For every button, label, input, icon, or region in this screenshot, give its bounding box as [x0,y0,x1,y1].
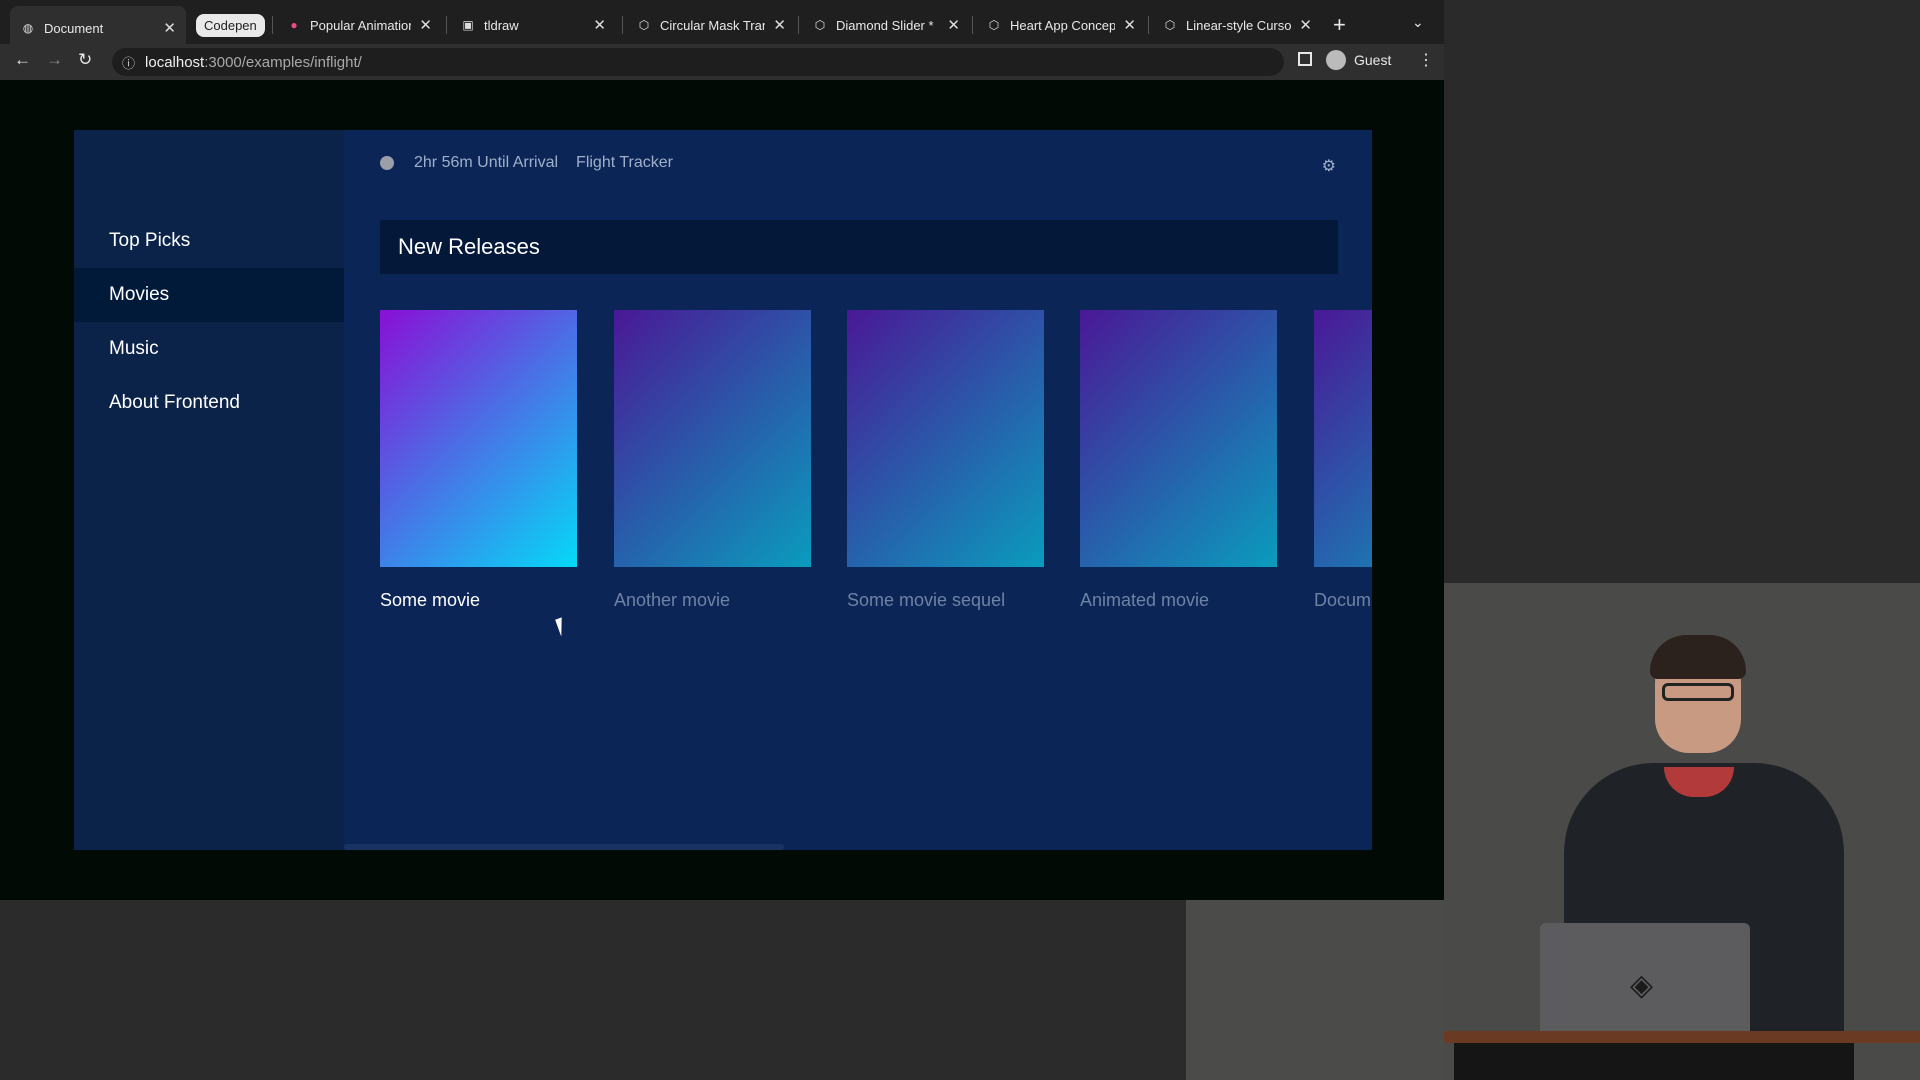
reload-icon[interactable]: ↻ [78,50,92,70]
sidebar-item-top-picks[interactable]: Top Picks [74,214,344,268]
dribbble-icon: ● [290,18,298,32]
tab-tldraw[interactable]: ▣ tldraw ✕ [450,8,616,42]
sidebar-item-about-frontend[interactable]: About Frontend [74,376,344,430]
tab-title: Document [44,20,104,36]
codepen-icon: ⬡ [814,18,826,32]
kebab-menu-icon[interactable]: ⋮ [1418,50,1434,70]
close-icon[interactable]: ✕ [773,16,786,34]
sidebar: Top Picks Movies Music About Frontend [74,130,344,850]
video-backdrop [0,900,1186,1080]
tab-popular-animation[interactable]: ● Popular Animation ... ✕ [276,8,442,42]
presenter-video: ◈ [1444,583,1920,1080]
codepen-icon: ⬡ [638,18,650,32]
inflight-app: Top Picks Movies Music About Frontend 2h… [74,130,1372,850]
podium-base [1454,1043,1854,1080]
arrival-time: 2hr 56m Until Arrival [414,154,559,171]
section-title: New Releases [380,220,1338,274]
tab-diamond-slider[interactable]: ⬡ Diamond Slider * ✕ [802,8,970,42]
back-arrow-icon[interactable]: ← [14,50,31,70]
avatar [1326,50,1346,70]
close-icon[interactable]: ✕ [1123,16,1136,34]
tab-strip: ◍ Document ✕ Codepen ● Popular Animation… [0,0,1444,50]
video-backdrop [1186,900,1444,1080]
movie-title: Animated movie [1080,590,1210,610]
tab-group-codepen[interactable]: Codepen [196,14,265,37]
movie-card[interactable]: Docum [1314,310,1372,611]
movie-title: Another movie [614,590,731,610]
profile-label: Guest [1354,52,1392,68]
side-panel-icon[interactable] [1298,52,1312,66]
page-viewport: Top Picks Movies Music About Frontend 2h… [0,80,1444,900]
status-dot-icon [380,156,394,170]
movie-title: Docum [1314,590,1372,610]
movie-card[interactable]: Animated movie [1080,310,1277,611]
sidebar-item-movies[interactable]: Movies [74,268,344,322]
movie-poster[interactable] [1314,310,1372,567]
browser-window: ◍ Document ✕ Codepen ● Popular Animation… [0,0,1444,900]
tab-linear-cursor[interactable]: ⬡ Linear-style Cursor... ✕ [1152,8,1322,42]
movie-title: Some movie [380,590,481,610]
movie-title: Some movie sequel [847,590,1006,610]
tab-heart-app[interactable]: ⬡ Heart App Concep... ✕ [976,8,1146,42]
url-path: :3000/examples/inflight/ [204,53,362,71]
tab-title: Linear-style Cursor... [1186,17,1292,33]
browser-toolbar: ← → ↻ ⓘ localhost:3000/examples/inflight… [0,44,1444,80]
flight-status-bar: 2hr 56m Until Arrival Flight Tracker [380,154,673,172]
new-tab-icon[interactable]: + [1333,12,1346,38]
flight-tracker-link[interactable]: Flight Tracker [576,154,673,172]
codepen-icon: ⬡ [1164,18,1176,32]
presenter-hair [1650,635,1746,679]
tab-circular-mask[interactable]: ⬡ Circular Mask Trans... ✕ [626,8,796,42]
tab-title: tldraw [484,17,519,33]
close-icon[interactable]: ✕ [1299,16,1312,34]
profile-button[interactable]: Guest [1326,50,1391,70]
close-icon[interactable]: ✕ [947,16,960,34]
tab-title: Circular Mask Trans... [660,17,765,33]
globe-icon: ◍ [22,21,34,35]
close-icon[interactable]: ✕ [419,16,432,34]
close-icon[interactable]: ✕ [593,16,606,34]
movie-card[interactable]: Some movie [380,310,577,611]
movie-card[interactable]: Some movie sequel [847,310,1044,611]
movie-poster[interactable] [380,310,577,567]
address-bar[interactable]: ⓘ localhost:3000/examples/inflight/ [112,48,1284,76]
video-backdrop [1444,0,1920,583]
codepen-icon: ⬡ [988,18,1000,32]
movie-poster[interactable] [614,310,811,567]
chevron-down-icon[interactable]: ⌄ [1412,14,1424,31]
info-icon[interactable]: ⓘ [122,53,135,72]
movie-poster[interactable] [1080,310,1277,567]
stately-logo-icon: ◈ [1630,969,1654,1002]
tab-title: Popular Animation ... [310,17,412,33]
podium [1444,1031,1920,1043]
presenter-glasses [1662,683,1734,701]
tab-title: Heart App Concep... [1010,17,1116,33]
sidebar-item-music[interactable]: Music [74,322,344,376]
tab-title: Diamond Slider * [836,17,934,33]
close-icon[interactable]: ✕ [163,19,176,37]
movie-carousel[interactable]: Some movie Another movie Some movie sequ… [380,310,1372,640]
forward-arrow-icon[interactable]: → [46,50,63,70]
movie-poster[interactable] [847,310,1044,567]
url-host: localhost [145,53,205,71]
gear-icon[interactable]: ⚙ [1322,156,1336,176]
tldraw-icon: ▣ [462,18,474,32]
movie-card[interactable]: Another movie [614,310,811,611]
horizontal-scrollbar[interactable] [344,844,784,850]
main-content: 2hr 56m Until Arrival Flight Tracker ⚙ N… [344,130,1372,850]
